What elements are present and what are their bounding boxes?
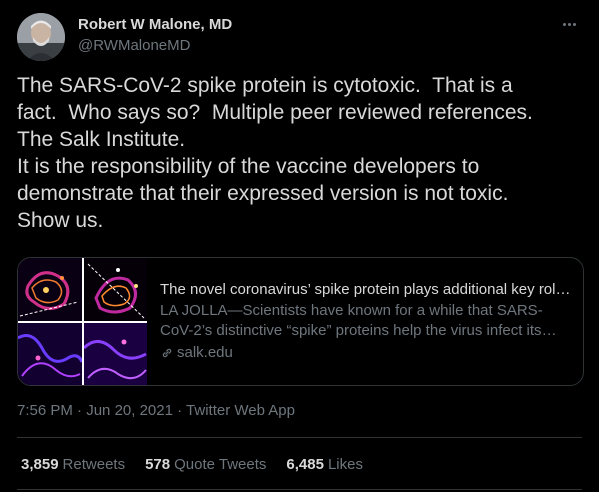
tweet-meta: 7:56 PM · Jun 20, 2021 · Twitter Web App xyxy=(17,402,295,419)
tweet-date[interactable]: Jun 20, 2021 xyxy=(86,402,173,419)
tweet-text-line: The SARS-CoV-2 spike protein is cytotoxi… xyxy=(17,74,513,97)
link-card-domain: salk.edu xyxy=(160,343,572,363)
retweets-stat[interactable]: 3,859 Retweets xyxy=(21,456,125,473)
link-card-description: LA JOLLA—Scientists have known for a whi… xyxy=(160,302,543,339)
tweet-text-line: Show us. xyxy=(17,209,104,232)
tweet-stats: 3,859 Retweets 578 Quote Tweets 6,485 Likes xyxy=(21,456,363,473)
tweet-text-line: It is the responsibility of the vaccine … xyxy=(17,155,480,178)
link-card-thumbnail xyxy=(18,258,147,385)
meta-separator: · xyxy=(72,402,87,419)
likes-label: Likes xyxy=(327,456,363,473)
link-icon xyxy=(162,348,172,358)
tweet-text-line: fact. Who says so? Multiple peer reviewe… xyxy=(17,101,533,124)
avatar[interactable] xyxy=(17,13,65,61)
link-card-domain-text: salk.edu xyxy=(177,344,233,361)
link-card-info: The novel coronavirus’ spike protein pla… xyxy=(147,258,583,385)
author-name[interactable]: Robert W Malone, MD xyxy=(78,16,232,33)
retweets-label: Retweets xyxy=(62,456,126,473)
tweet-source[interactable]: Twitter Web App xyxy=(186,402,295,419)
likes-stat[interactable]: 6,485 Likes xyxy=(286,456,363,473)
tweet-time[interactable]: 7:56 PM xyxy=(17,402,73,419)
retweets-count: 3,859 xyxy=(21,456,59,473)
tweet-text-line: demonstrate that their expressed version… xyxy=(17,182,509,205)
tweet: Robert W Malone, MD @RWMaloneMD The SARS… xyxy=(0,0,599,492)
likes-count: 6,485 xyxy=(286,456,324,473)
meta-separator: · xyxy=(172,402,187,419)
tweet-text-line: The Salk Institute. xyxy=(17,128,186,151)
author-handle[interactable]: @RWMaloneMD xyxy=(78,37,190,54)
divider xyxy=(17,489,582,490)
tweet-text: The SARS-CoV-2 spike protein is cytotoxi… xyxy=(17,72,587,234)
divider xyxy=(17,437,582,438)
link-card-title: The novel coronavirus’ spike protein pla… xyxy=(160,281,572,298)
quote-tweets-count: 578 xyxy=(145,456,171,473)
quote-tweets-label: Quote Tweets xyxy=(174,456,267,473)
quote-tweets-stat[interactable]: 578 Quote Tweets xyxy=(145,456,266,473)
link-card[interactable]: The novel coronavirus’ spike protein pla… xyxy=(17,257,584,386)
more-options-icon[interactable] xyxy=(557,14,581,34)
